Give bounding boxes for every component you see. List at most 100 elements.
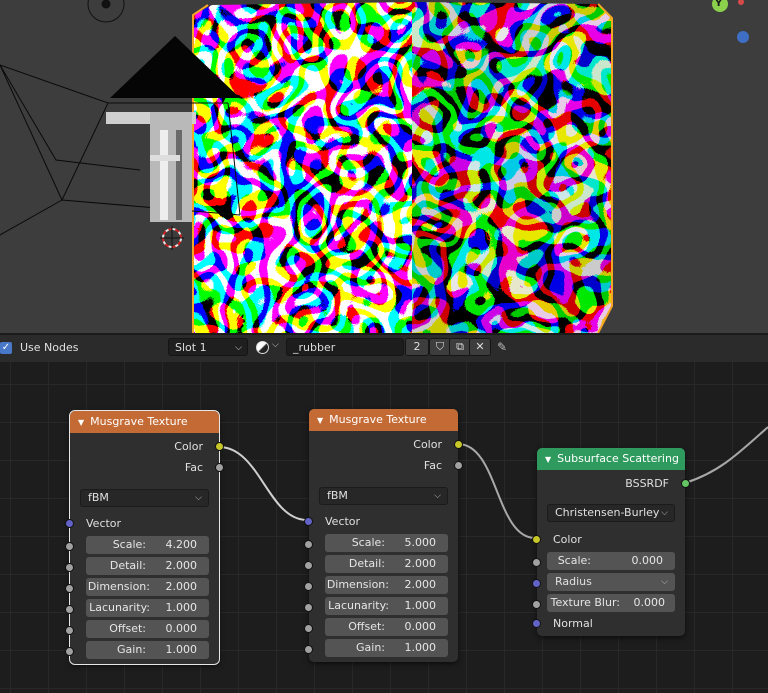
radius-label: Radius [555,575,592,588]
dimensions-value: fBM [327,489,348,502]
field-label: Lacunarity: [89,601,150,614]
field-label: Gain: [356,641,385,654]
output-color-label: Color [413,438,442,451]
subsurface-scattering-node[interactable]: ▼ Subsurface Scattering BSSRDF Christense… [532,448,690,636]
texture-blur-field[interactable]: Texture Blur: 0.000 [547,594,675,612]
field-label: Dimension: [326,578,389,591]
duplicate-icon[interactable]: ⧉ [449,338,471,356]
offset-field[interactable]: Offset: 0.000 [86,620,209,638]
viewport-scene [0,0,749,333]
user-count: 2 [413,340,421,353]
input-vector-label: Vector [86,517,122,530]
dimensions-dropdown[interactable]: fBM ⌵ [319,487,448,505]
chevron-down-icon: ⌵ [235,343,242,353]
chevron-down-icon: ⌵ [272,340,279,350]
slot-dropdown[interactable]: Slot 1 ⌵ [168,338,248,356]
radius-field[interactable]: Radius ⌵ [547,573,675,591]
material-name-field[interactable]: _rubber [286,338,404,356]
input-normal-socket[interactable] [532,619,541,628]
input-vector-socket[interactable] [304,517,313,526]
input-scale-socket[interactable] [65,542,74,551]
gain-field[interactable]: Gain: 1.000 [325,639,448,657]
field-value: 2.000 [165,559,198,572]
collapse-triangle-icon[interactable]: ▼ [317,416,323,425]
field-value: 1.000 [404,641,437,654]
lacunarity-field[interactable]: Lacunarity: 1.000 [325,597,448,615]
input-detail-socket[interactable] [304,561,313,570]
collapse-triangle-icon[interactable]: ▼ [78,418,84,427]
input-scale-socket[interactable] [532,558,541,567]
input-dimension-socket[interactable] [304,582,313,591]
input-gain-socket[interactable] [304,645,313,654]
3d-viewport[interactable]: Y [0,0,768,333]
lacunarity-field[interactable]: Lacunarity: 1.000 [86,599,209,617]
dimension-field[interactable]: Dimension: 2.000 [86,578,209,596]
scale-field[interactable]: Scale: 5.000 [325,534,448,552]
use-nodes-checkbox[interactable]: ✓ [0,342,12,354]
collapse-triangle-icon[interactable]: ▼ [545,455,551,464]
node-editor-header: ✓ Use Nodes Slot 1 ⌵ ⌵ _rubber 2 ⛉ ⧉ ✕ ✎ [0,334,768,363]
detail-field[interactable]: Detail: 2.000 [86,557,209,575]
input-texture-blur-socket[interactable] [532,600,541,609]
fake-user-shield-icon[interactable]: ⛉ [429,338,451,356]
chevron-down-icon: ⌵ [661,577,668,587]
musgrave-texture-node-2[interactable]: ▼ Musgrave Texture Color Fac fBM ⌵ Vector … [304,409,463,662]
unlink-close-icon[interactable]: ✕ [469,338,491,356]
detail-field[interactable]: Detail: 2.000 [325,555,448,573]
falloff-value: Christensen-Burley [555,506,660,519]
field-label: Scale: [557,554,591,567]
input-dimension-socket[interactable] [65,584,74,593]
gizmo-y-label: Y [715,0,723,9]
input-gain-socket[interactable] [65,647,74,656]
sun-lamp-icon [87,0,125,23]
user-count-button[interactable]: 2 [405,338,429,356]
falloff-dropdown[interactable]: Christensen-Burley ⌵ [547,504,675,522]
dimensions-dropdown[interactable]: fBM ⌵ [80,489,209,507]
node-header[interactable]: ▼ Musgrave Texture [309,409,458,431]
field-label: Gain: [117,643,146,656]
node-editor-canvas[interactable]: ▼ Musgrave Texture Color Fac fBM ⌵ Vector … [0,362,768,693]
light-object[interactable] [106,112,196,222]
material-browse-button[interactable]: ⌵ [256,340,284,356]
field-value: 2.000 [404,557,437,570]
offset-field[interactable]: Offset: 0.000 [325,618,448,636]
output-fac-socket[interactable] [454,461,463,470]
dimension-field[interactable]: Dimension: 2.000 [325,576,448,594]
field-value: 4.200 [165,538,198,551]
link-musgrave2-color-to-sss-color [457,443,536,539]
output-bssrdf-socket[interactable] [681,479,690,488]
output-bssrdf-label: BSSRDF [625,477,669,490]
input-offset-socket[interactable] [304,624,313,633]
output-color-socket[interactable] [454,440,463,449]
chevron-down-icon: ⌵ [434,491,441,501]
output-color-label: Color [174,440,203,453]
input-color-label: Color [553,533,582,546]
scale-field[interactable]: Scale: 0.000 [547,552,675,570]
field-label: Detail: [109,559,146,572]
input-scale-socket[interactable] [304,540,313,549]
node-header[interactable]: ▼ Musgrave Texture [70,411,219,433]
input-vector-socket[interactable] [65,519,74,528]
field-value: 1.000 [404,599,437,612]
output-color-socket[interactable] [215,442,224,451]
output-fac-socket[interactable] [215,463,224,472]
field-label: Scale: [112,538,146,551]
field-value: 0.000 [404,620,437,633]
use-nodes-label: Use Nodes [20,341,79,354]
input-lacunarity-socket[interactable] [304,603,313,612]
chevron-down-icon: ⌵ [661,508,668,518]
musgrave-texture-node-1[interactable]: ▼ Musgrave Texture Color Fac fBM ⌵ Vector … [65,410,224,665]
input-radius-socket[interactable] [532,579,541,588]
input-vector-label: Vector [325,515,361,528]
node-header[interactable]: ▼ Subsurface Scattering [537,448,685,470]
input-lacunarity-socket[interactable] [65,605,74,614]
input-offset-socket[interactable] [65,626,74,635]
scale-field[interactable]: Scale: 4.200 [86,536,209,554]
slot-label: Slot 1 [175,341,207,354]
gain-field[interactable]: Gain: 1.000 [86,641,209,659]
input-color-socket[interactable] [532,535,541,544]
field-label: Texture Blur: [550,596,620,609]
input-detail-socket[interactable] [65,563,74,572]
input-normal-label: Normal [553,617,593,630]
pin-icon[interactable]: ✎ [497,340,507,354]
